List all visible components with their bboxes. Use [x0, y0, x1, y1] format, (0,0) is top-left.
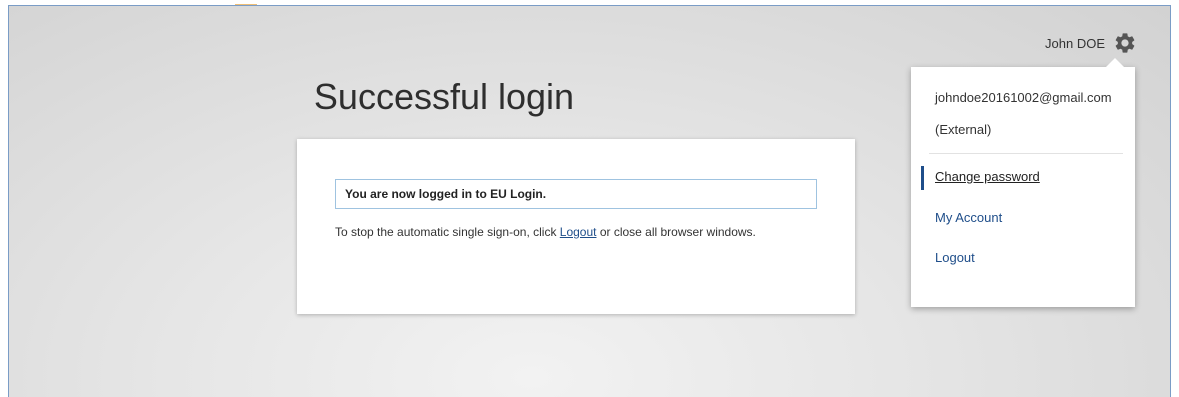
user-email: johndoe20161002@gmail.com	[935, 90, 1112, 105]
page-frame: John DOE Successful login You are now lo…	[8, 5, 1171, 397]
user-name: John DOE	[1045, 35, 1105, 51]
gear-icon[interactable]	[1113, 31, 1137, 55]
dropdown-logout-link[interactable]: Logout	[935, 250, 975, 265]
logout-link[interactable]: Logout	[560, 225, 597, 239]
login-card: You are now logged in to EU Login. To st…	[297, 139, 855, 314]
sso-info-suffix: or close all browser windows.	[596, 225, 756, 239]
user-dropdown-menu: johndoe20161002@gmail.com (External) Cha…	[911, 58, 1135, 307]
sso-info-prefix: To stop the automatic single sign-on, cl…	[335, 225, 560, 239]
success-notice: You are now logged in to EU Login.	[335, 179, 817, 209]
sso-info-text: To stop the automatic single sign-on, cl…	[335, 223, 765, 242]
dropdown-caret	[1106, 58, 1124, 67]
dropdown-divider	[929, 153, 1123, 154]
user-menu-toggle[interactable]: John DOE	[1045, 29, 1137, 57]
account-type: (External)	[935, 122, 992, 137]
change-password-link[interactable]: Change password	[935, 169, 1040, 184]
page-title: Successful login	[313, 76, 575, 117]
my-account-link[interactable]: My Account	[935, 210, 1002, 225]
active-item-indicator	[921, 166, 924, 190]
